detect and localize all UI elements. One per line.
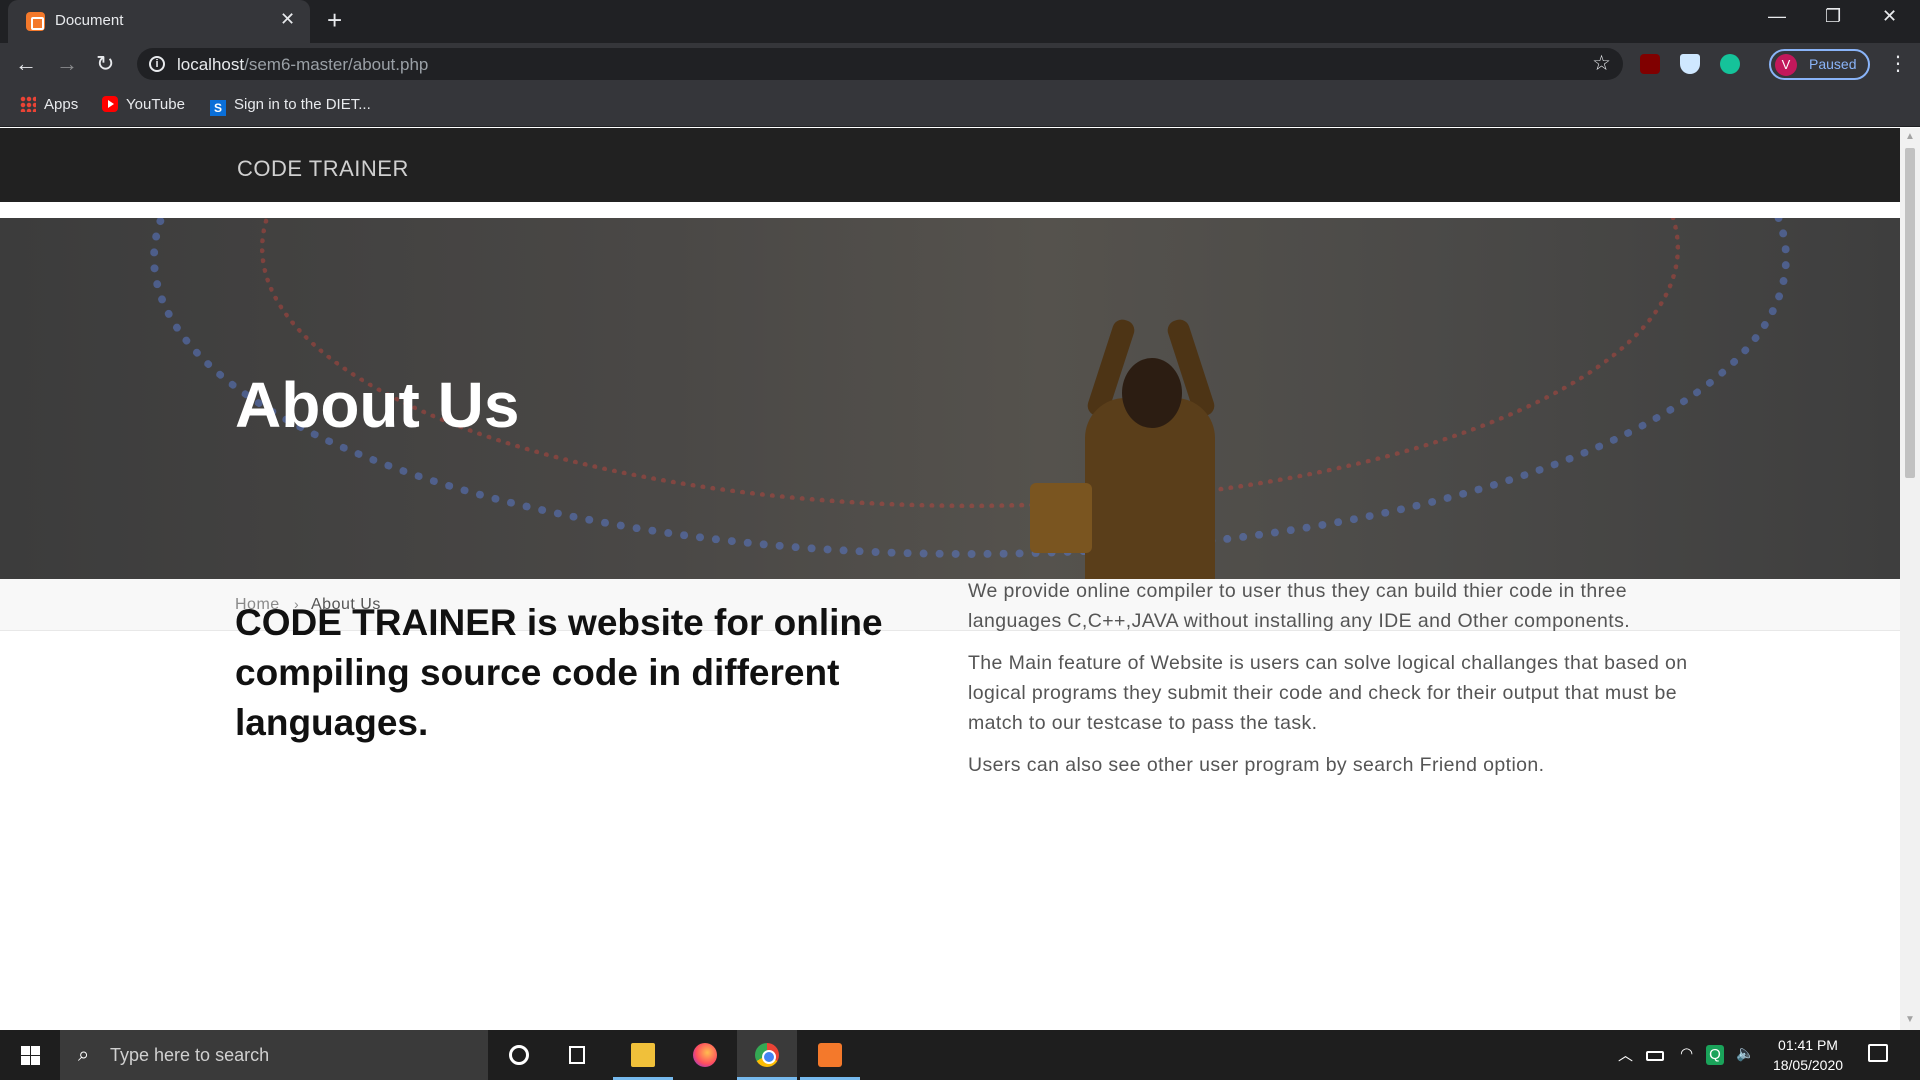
new-tab-button[interactable]: +: [327, 5, 342, 36]
folder-icon: [631, 1043, 655, 1067]
xampp-favicon-icon: [26, 12, 45, 31]
chrome-button[interactable]: [737, 1030, 797, 1080]
quick-heal-icon[interactable]: Q: [1706, 1045, 1724, 1065]
url-text[interactable]: localhost/sem6-master/about.php: [177, 55, 428, 75]
firefox-icon: [693, 1043, 717, 1067]
bookmark-apps[interactable]: Apps: [20, 96, 78, 113]
clock-date: 18/05/2020: [1772, 1057, 1844, 1073]
search-placeholder: Type here to search: [110, 1045, 270, 1065]
taskbar-search-input[interactable]: ⌕ Type here to search: [60, 1030, 488, 1080]
xampp-button[interactable]: [800, 1030, 860, 1080]
about-paragraph-3: Users can also see other user program by…: [968, 754, 1545, 776]
browser-menu-icon[interactable]: ⋮: [1888, 51, 1908, 76]
browser-toolbar: ← → ↻ i localhost/sem6-master/about.php …: [0, 43, 1920, 85]
shield-extension-icon[interactable]: [1680, 54, 1700, 74]
chrome-icon: [755, 1043, 779, 1067]
task-view-button[interactable]: [549, 1030, 609, 1080]
search-icon: ⌕: [78, 1044, 90, 1066]
volume-icon[interactable]: 🔈: [1736, 1044, 1755, 1062]
start-button[interactable]: [0, 1030, 60, 1080]
back-arrow-icon[interactable]: ←: [15, 51, 37, 77]
scrollbar-thumb[interactable]: [1905, 148, 1915, 478]
navbar-divider: [0, 202, 1900, 218]
avatar: V: [1775, 54, 1797, 76]
file-explorer-button[interactable]: [613, 1030, 673, 1080]
site-info-icon[interactable]: i: [149, 56, 165, 72]
forward-arrow-icon[interactable]: →: [56, 51, 78, 77]
profile-button[interactable]: V Paused: [1769, 49, 1870, 80]
hero-title: About Us: [235, 369, 520, 441]
address-bar[interactable]: i localhost/sem6-master/about.php ☆: [137, 48, 1623, 80]
site-brand-link[interactable]: CODE TRAINER: [237, 156, 409, 182]
clock-time: 01:41 PM: [1778, 1037, 1838, 1053]
scroll-down-arrow-icon[interactable]: ▼: [1905, 1014, 1915, 1025]
grammarly-extension-icon[interactable]: [1720, 54, 1740, 74]
restore-window-icon[interactable]: ❐: [1825, 6, 1841, 27]
bookmark-diet[interactable]: S Sign in to the DIET...: [210, 96, 371, 116]
cortana-button[interactable]: [489, 1030, 549, 1080]
cortana-circle-icon: [509, 1045, 529, 1065]
browser-tab-strip: Document ✕ + — ❐ ✕: [0, 0, 1920, 43]
about-paragraph-2: The Main feature of Website is users can…: [968, 652, 1688, 734]
tab-title: Document: [55, 12, 124, 29]
windows-taskbar: ⌕ Type here to search ︿ ◠ Q 🔈 01:41 PM 1…: [0, 1030, 1920, 1080]
tab-close-icon[interactable]: ✕: [280, 9, 295, 30]
ublock-extension-icon[interactable]: [1640, 54, 1660, 74]
youtube-icon: [102, 96, 118, 112]
bookmarks-bar: Apps YouTube S Sign in to the DIET...: [0, 85, 1920, 127]
about-description: We provide online compiler to user thus …: [968, 576, 1688, 792]
task-view-icon: [569, 1046, 585, 1064]
action-center-icon[interactable]: [1868, 1044, 1888, 1062]
reload-icon[interactable]: ↻: [96, 51, 114, 77]
profile-status: Paused: [1809, 56, 1857, 72]
show-hidden-icons-chevron-icon[interactable]: ︿: [1618, 1044, 1633, 1065]
hero-photo-person: [1030, 317, 1270, 579]
battery-icon[interactable]: [1646, 1051, 1664, 1061]
browser-tab-active[interactable]: Document ✕: [8, 0, 310, 43]
apps-grid-icon: [20, 96, 36, 112]
firefox-button[interactable]: [675, 1030, 735, 1080]
scroll-up-arrow-icon[interactable]: ▲: [1905, 131, 1915, 142]
wifi-icon[interactable]: ◠: [1680, 1044, 1693, 1062]
page-scrollbar[interactable]: ▲ ▼: [1900, 128, 1920, 1030]
s-logo-icon: S: [210, 100, 226, 116]
close-window-icon[interactable]: ✕: [1882, 6, 1897, 27]
bookmark-star-icon[interactable]: ☆: [1592, 51, 1611, 76]
page-viewport: CODE TRAINER About Us Home › About Us CO…: [0, 128, 1900, 1030]
about-heading: CODE TRAINER is website for online compi…: [235, 602, 883, 743]
system-clock[interactable]: 01:41 PM 18/05/2020: [1768, 1035, 1848, 1075]
minimize-window-icon[interactable]: —: [1768, 6, 1786, 27]
windows-logo-icon: [21, 1046, 40, 1065]
hero-banner: About Us: [0, 218, 1900, 579]
site-navbar: CODE TRAINER: [0, 128, 1900, 202]
bookmark-youtube[interactable]: YouTube: [102, 96, 185, 113]
about-paragraph-1: We provide online compiler to user thus …: [968, 580, 1631, 632]
xampp-icon: [818, 1043, 842, 1067]
